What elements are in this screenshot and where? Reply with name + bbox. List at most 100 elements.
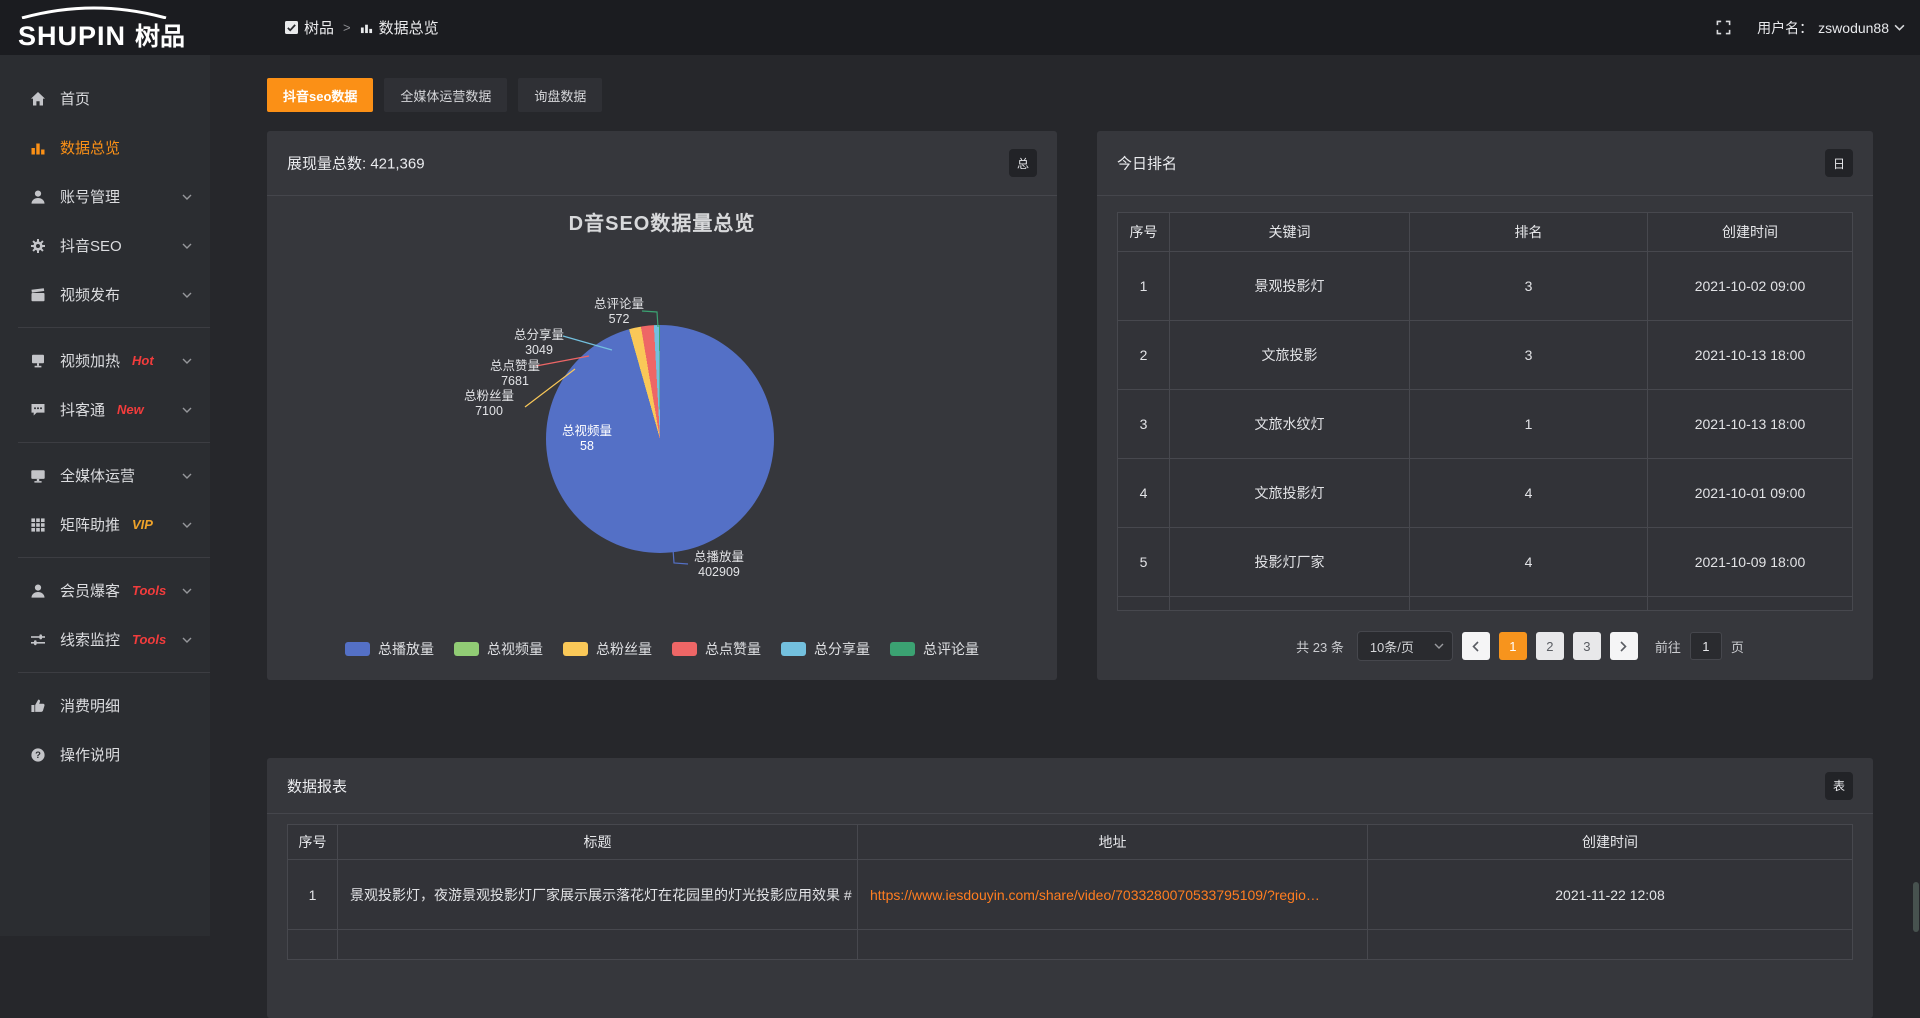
report-panel: 数据报表 表 序号 标题 地址 创建时间 1 景观投影灯，夜游景观投影灯厂家展示… — [267, 758, 1873, 1018]
bar-chart-icon — [30, 140, 46, 156]
row-created: 2021-11-22 12:08 — [1368, 860, 1853, 930]
sidebar-item-help[interactable]: ? 操作说明 — [0, 730, 210, 779]
row-keyword: 文旅投影 — [1170, 321, 1410, 390]
sidebar-divider — [18, 442, 210, 443]
sidebar-divider — [18, 327, 210, 328]
row-url-link[interactable]: https://www.iesdouyin.com/share/video/70… — [858, 860, 1368, 930]
partial-row — [1170, 597, 1410, 611]
user-menu[interactable]: 用户名： zswodun88 — [1757, 18, 1905, 38]
legend-item-4[interactable]: 总分享量 — [781, 639, 870, 659]
row-index: 5 — [1118, 528, 1170, 597]
pie-label-likes: 总点赞量7681 — [467, 359, 563, 389]
row-created: 2021-10-02 09:00 — [1648, 252, 1853, 321]
sliders-icon — [30, 632, 46, 648]
sidebar-item-label: 数据总览 — [60, 137, 120, 158]
page-button-2[interactable]: 2 — [1536, 632, 1564, 660]
sidebar-item-media-ops[interactable]: 全媒体运营 — [0, 451, 210, 500]
row-index: 1 — [1118, 252, 1170, 321]
sidebar-item-label: 抖客通 — [60, 399, 105, 420]
row-created: 2021-10-09 18:00 — [1648, 528, 1853, 597]
fullscreen-icon[interactable] — [1716, 20, 1731, 35]
chevron-down-icon — [182, 243, 192, 249]
column-header: 创建时间 — [1648, 213, 1853, 252]
thumb-up-icon — [30, 698, 46, 714]
sidebar-item-spend-detail[interactable]: 消费明细 — [0, 681, 210, 730]
column-header: 标题 — [338, 825, 858, 860]
scrollbar-thumb[interactable] — [1913, 882, 1919, 932]
page-size-select[interactable]: 10条/页 — [1357, 631, 1453, 661]
legend-item-5[interactable]: 总评论量 — [890, 639, 979, 659]
legend-swatch — [345, 642, 370, 656]
sidebar-item-video-publish[interactable]: 视频发布 — [0, 270, 210, 319]
grid-icon — [30, 517, 46, 533]
top-header: SHUPIN 树品 树品 > 数据总览 用户名：zswodun88 — [0, 0, 1920, 55]
prev-page-button[interactable] — [1462, 632, 1490, 660]
chevron-down-icon — [182, 292, 192, 298]
overview-panel-title: 展现量总数: 421,369 — [287, 153, 425, 174]
page-button-3[interactable]: 3 — [1573, 632, 1601, 660]
row-keyword: 景观投影灯 — [1170, 252, 1410, 321]
row-created: 2021-10-01 09:00 — [1648, 459, 1853, 528]
chevron-down-icon — [182, 194, 192, 200]
chevron-down-icon — [182, 522, 192, 528]
legend-item-2[interactable]: 总粉丝量 — [563, 639, 652, 659]
site-icon — [285, 21, 298, 34]
tab-inquiry[interactable]: 询盘数据 — [518, 78, 602, 112]
pie-label-comments: 总评论量572 — [571, 297, 667, 327]
legend-item-3[interactable]: 总点赞量 — [672, 639, 761, 659]
day-toggle-button[interactable]: 日 — [1825, 149, 1853, 177]
svg-text:?: ? — [35, 750, 41, 761]
sidebar-item-label: 首页 — [60, 88, 90, 109]
chart-title: D音SEO数据量总览 — [267, 207, 1057, 236]
table-toggle-button[interactable]: 表 — [1825, 772, 1853, 800]
breadcrumb-root[interactable]: 树品 — [285, 17, 334, 38]
row-rank: 3 — [1410, 321, 1648, 390]
row-index: 1 — [288, 860, 338, 930]
sidebar-item-douyin-seo[interactable]: 抖音SEO — [0, 221, 210, 270]
chevron-down-icon — [182, 588, 192, 594]
sidebar-item-lead-monitor[interactable]: 线索监控 Tools — [0, 615, 210, 664]
sidebar-item-account[interactable]: 账号管理 — [0, 172, 210, 221]
legend-item-1[interactable]: 总视频量 — [454, 639, 543, 659]
ranking-panel: 今日排名 日 序号 关键词 排名 创建时间 1 景观投影灯 3 2021-10-… — [1097, 131, 1873, 680]
chevron-down-icon — [1434, 643, 1444, 649]
total-toggle-button[interactable]: 总 — [1009, 149, 1037, 177]
sidebar-item-label: 消费明细 — [60, 695, 120, 716]
next-page-button[interactable] — [1610, 632, 1638, 660]
sidebar-item-matrix-boost[interactable]: 矩阵助推 VIP — [0, 500, 210, 549]
sidebar-item-data-overview[interactable]: 数据总览 — [0, 123, 210, 172]
row-index: 4 — [1118, 459, 1170, 528]
pie-label-plays: 总播放量402909 — [671, 550, 767, 580]
page-button-1[interactable]: 1 — [1499, 632, 1527, 660]
pie-label-videos: 总视频量58 — [539, 424, 635, 454]
sidebar-item-home[interactable]: 首页 — [0, 74, 210, 123]
sidebar-item-douketong[interactable]: 抖客通 New — [0, 385, 210, 434]
pie-label-fans: 总粉丝量7100 — [441, 389, 537, 419]
page-size-value: 10条/页 — [1370, 637, 1414, 656]
tab-douyin-seo[interactable]: 抖音seo数据 — [267, 78, 373, 112]
sidebar-item-label: 视频加热 — [60, 350, 120, 371]
goto-page-input[interactable] — [1690, 632, 1722, 660]
legend-label: 总评论量 — [923, 639, 979, 659]
breadcrumb-current[interactable]: 数据总览 — [360, 17, 439, 38]
row-index: 2 — [1118, 321, 1170, 390]
column-header: 创建时间 — [1368, 825, 1853, 860]
legend-item-0[interactable]: 总播放量 — [345, 639, 434, 659]
username-value: zswodun88 — [1818, 20, 1889, 36]
sidebar-item-member-leads[interactable]: 会员爆客 Tools — [0, 566, 210, 615]
username-label: 用户名： — [1757, 18, 1813, 38]
sidebar-item-label: 视频发布 — [60, 284, 120, 305]
goto-suffix: 页 — [1731, 637, 1744, 656]
legend-swatch — [890, 642, 915, 656]
tab-media-ops[interactable]: 全媒体运营数据 — [384, 78, 507, 112]
chevron-down-icon — [182, 637, 192, 643]
row-rank: 3 — [1410, 252, 1648, 321]
partial-row — [338, 930, 858, 960]
sidebar-item-video-heat[interactable]: 视频加热 Hot — [0, 336, 210, 385]
pagination: 共 23 条 10条/页 1 2 3 前往 页 — [1097, 631, 1873, 661]
partial-row — [1410, 597, 1648, 611]
user-icon — [30, 189, 46, 205]
legend-label: 总播放量 — [378, 639, 434, 659]
pie-label-shares: 总分享量3049 — [491, 328, 587, 358]
chevron-down-icon — [182, 407, 192, 413]
